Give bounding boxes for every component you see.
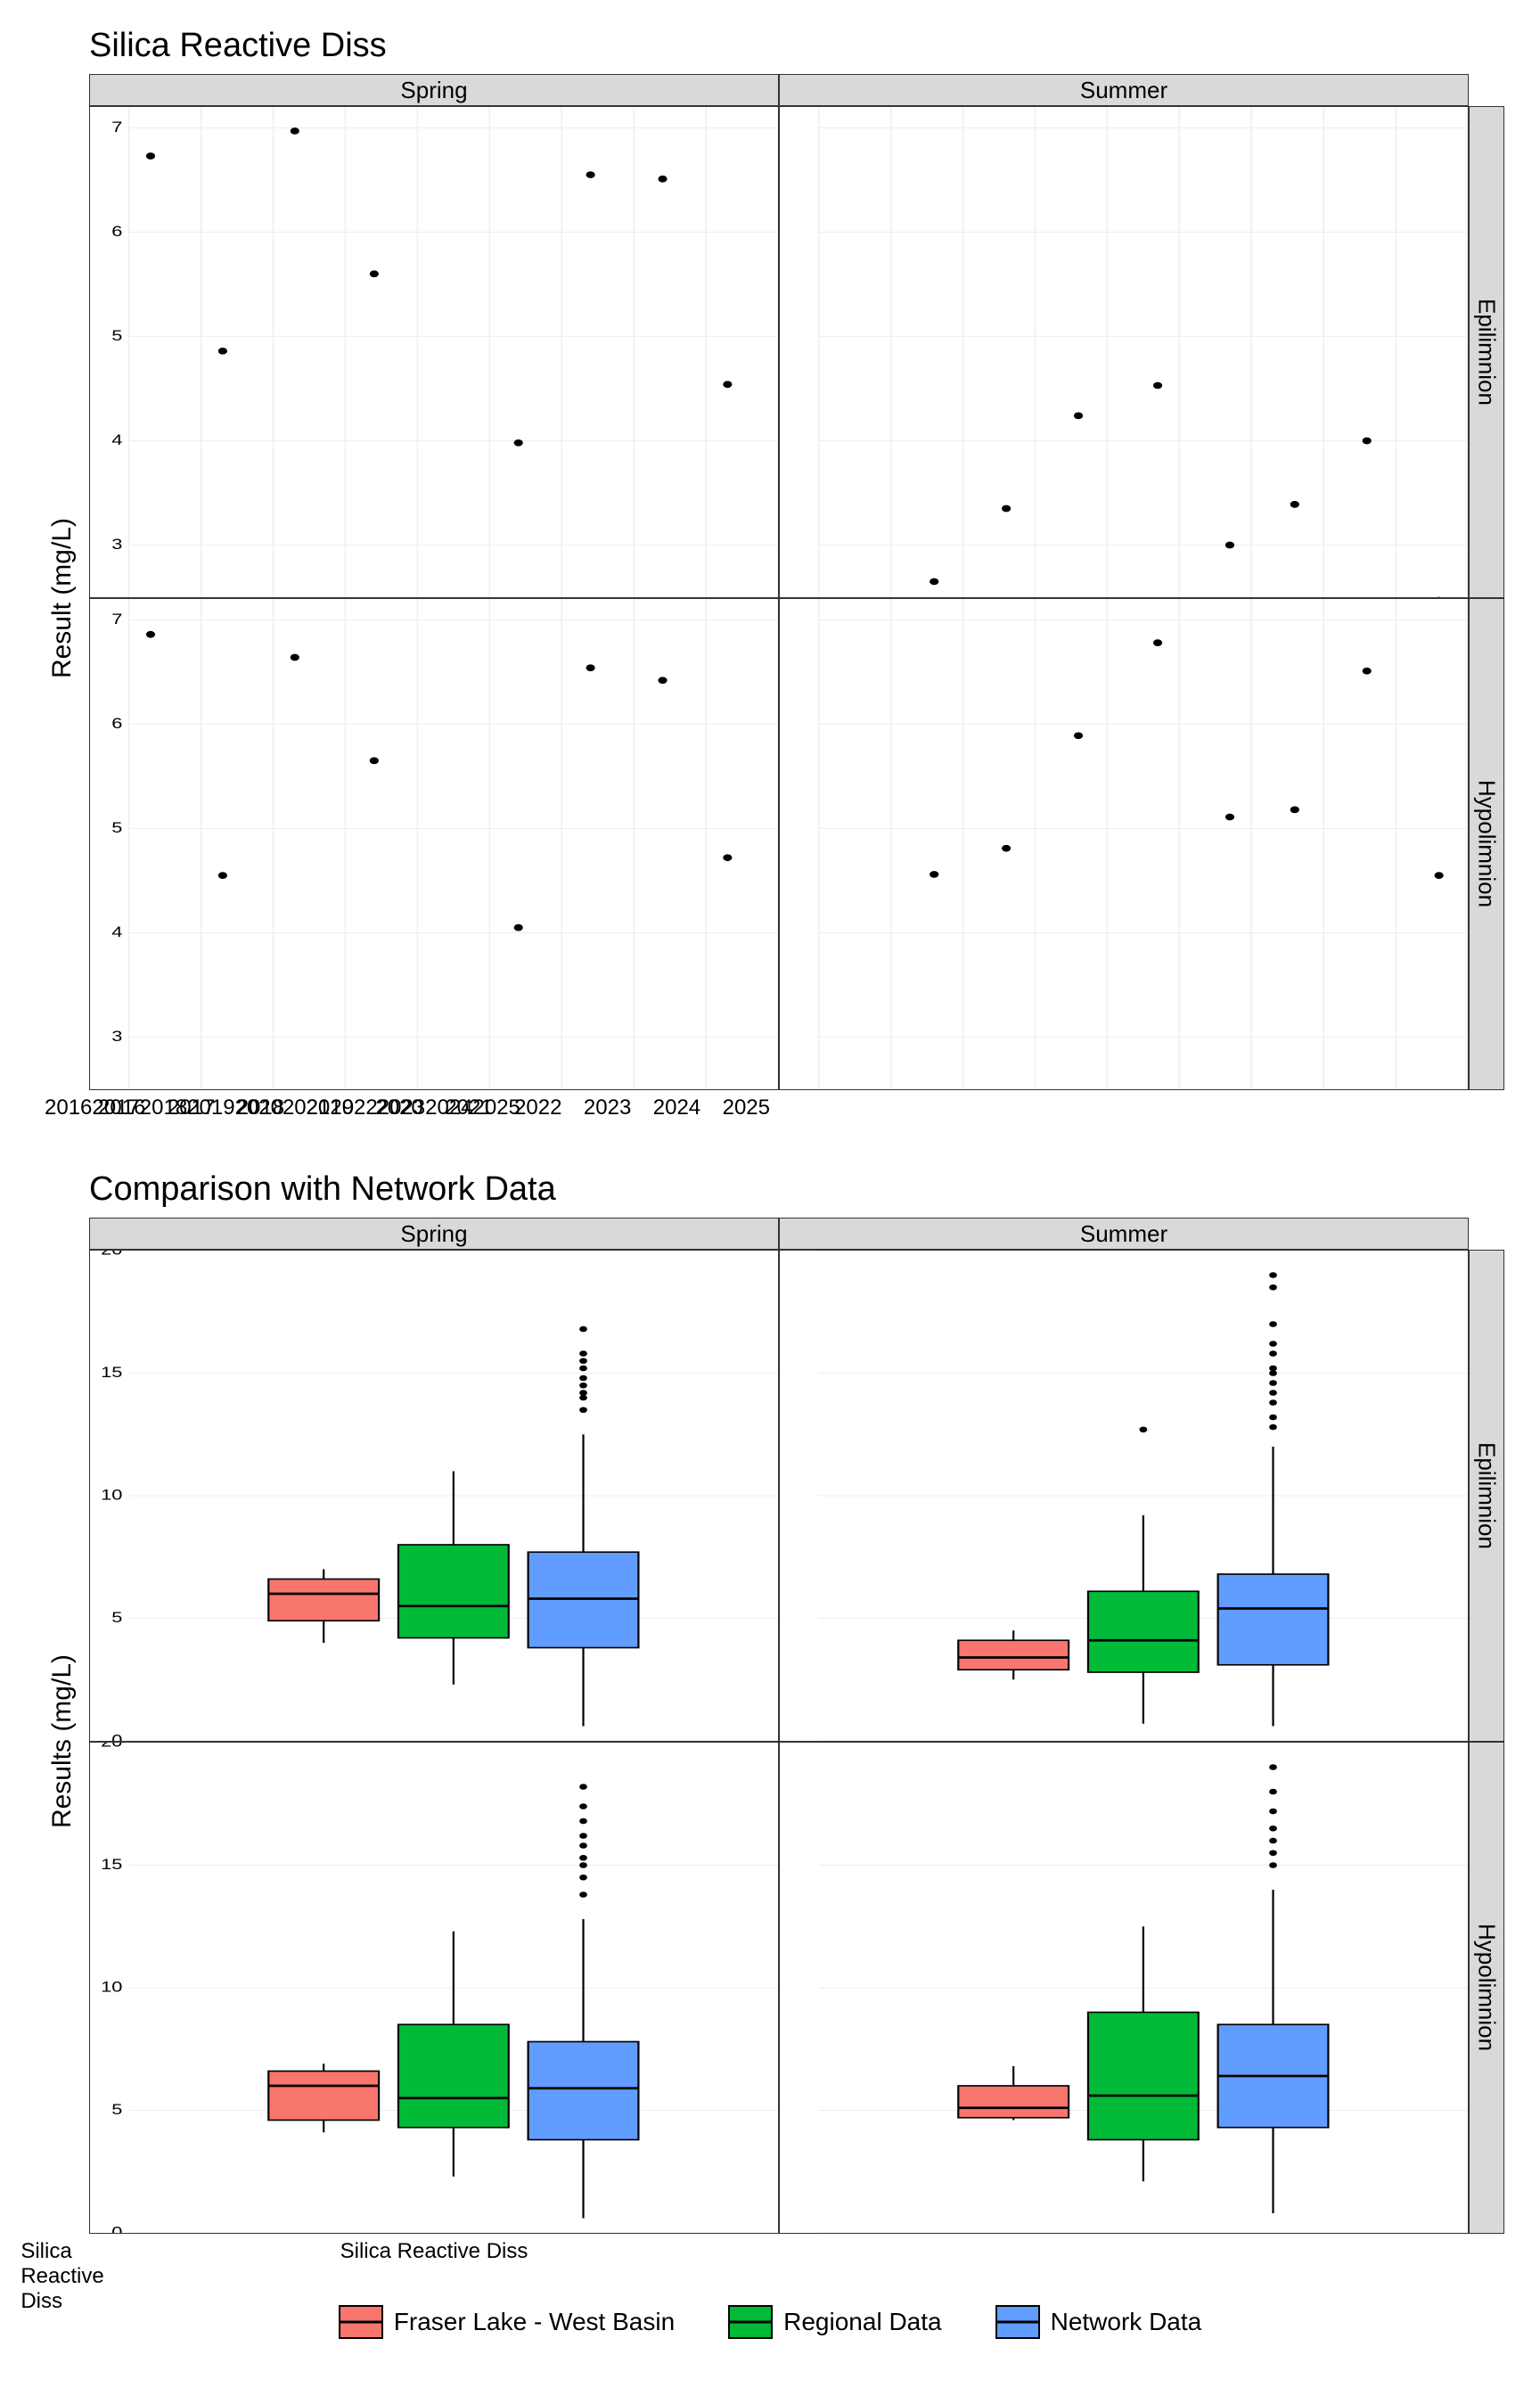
box-panel-spring-hyp: 0 5 10 15 20 (89, 1742, 779, 2234)
svg-text:15: 15 (101, 1856, 122, 1873)
chart2-title: Comparison with Network Data (89, 1170, 1504, 1209)
svg-text:20: 20 (101, 1743, 123, 1751)
svg-text:4: 4 (111, 431, 122, 448)
svg-text:3: 3 (111, 536, 122, 553)
box-panel-summer-epi (779, 1250, 1469, 1742)
panel-spring-epi: 3 4 5 6 7 (89, 106, 779, 598)
legend-item: Regional Data (728, 2305, 941, 2339)
svg-text:5: 5 (111, 1609, 122, 1626)
chart1-ylabel: Result (mg/L) (36, 106, 89, 1090)
box-row-strip-hyp: Hypolimnion (1469, 1742, 1504, 2234)
svg-text:10: 10 (101, 1979, 123, 1996)
svg-text:7: 7 (111, 119, 122, 135)
box-col-strip-summer: Summer (779, 1218, 1469, 1250)
row-strip-hyp: Hypolimnion (1469, 598, 1504, 1090)
legend-label: Network Data (1051, 2308, 1202, 2336)
svg-text:15: 15 (101, 1364, 122, 1381)
x-ticks-2: 2016201720182019202020212022202320242025 (89, 1090, 779, 1126)
svg-text:20: 20 (101, 1251, 123, 1259)
svg-text:5: 5 (111, 327, 122, 344)
svg-text:0: 0 (111, 1732, 122, 1741)
legend-label: Fraser Lake - West Basin (394, 2308, 675, 2336)
row-strip-epi: Epilimnion (1469, 106, 1504, 598)
box-x-ticks-1: Silica Reactive Diss (36, 2234, 89, 2269)
legend-label: Regional Data (783, 2308, 941, 2336)
svg-text:5: 5 (111, 2101, 122, 2118)
panel-summer-epi (779, 106, 1469, 598)
col-strip-spring: Spring (89, 74, 779, 106)
svg-text:5: 5 (111, 819, 122, 836)
box-x-ticks-2: Silica Reactive Diss (89, 2234, 779, 2269)
x-ticks-1: 2016201720182019202020212022202320242025 (36, 1090, 89, 1126)
svg-text:3: 3 (111, 1028, 122, 1045)
box-row-strip-epi: Epilimnion (1469, 1250, 1504, 1742)
box-col-strip-spring: Spring (89, 1218, 779, 1250)
scatter-facet-grid: Spring Summer Result (mg/L) 3 4 5 6 7 Epilim… (36, 74, 1504, 1126)
svg-text:10: 10 (101, 1487, 123, 1504)
panel-summer-hyp (779, 598, 1469, 1090)
box-panel-spring-epi: 0 5 10 15 20 (89, 1250, 779, 1742)
panel-spring-hyp: 3 4 5 6 7 (89, 598, 779, 1090)
legend-item: Network Data (995, 2305, 1202, 2339)
legend-item: Fraser Lake - West Basin (339, 2305, 675, 2339)
svg-text:0: 0 (111, 2224, 122, 2233)
col-strip-summer: Summer (779, 74, 1469, 106)
box-facet-grid: Spring Summer Results (mg/L) 0 5 10 15 20 Ep… (36, 1218, 1504, 2269)
legend-key-icon (728, 2305, 773, 2339)
legend-key-icon (339, 2305, 383, 2339)
chart1-title: Silica Reactive Diss (89, 27, 1504, 65)
box-panel-summer-hyp (779, 1742, 1469, 2234)
legend: Fraser Lake - West Basin Regional Data Net… (36, 2305, 1504, 2339)
legend-key-icon (995, 2305, 1040, 2339)
svg-text:4: 4 (111, 923, 122, 940)
svg-text:6: 6 (111, 223, 122, 240)
svg-text:7: 7 (111, 611, 122, 628)
chart2-ylabel: Results (mg/L) (36, 1250, 89, 2234)
svg-text:6: 6 (111, 715, 122, 732)
